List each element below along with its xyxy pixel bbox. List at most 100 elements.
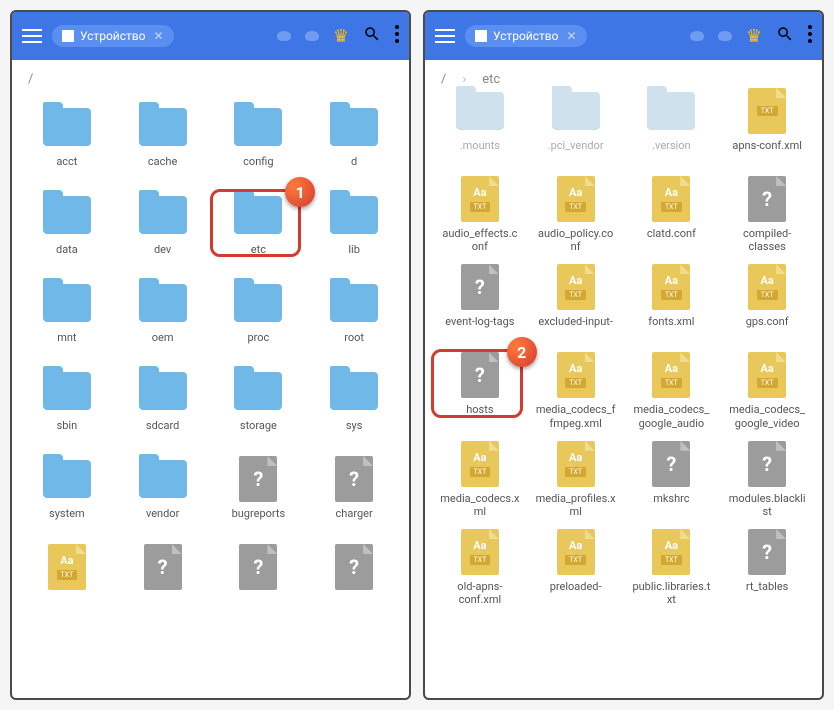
folder-item[interactable]: system	[22, 457, 112, 533]
location-tab[interactable]: Устройство ✕	[465, 25, 587, 47]
crown-icon[interactable]: ♛	[746, 26, 762, 47]
item-label: data	[56, 243, 78, 269]
cloud-icon[interactable]	[690, 31, 704, 41]
file-item[interactable]: AaTXT clatd.conf	[627, 177, 717, 253]
item-label: gps.conf	[746, 315, 789, 341]
item-label: d	[351, 155, 357, 181]
crown-icon[interactable]: ♛	[333, 26, 349, 47]
file-item[interactable]: AaTXT old-apns-conf.xml	[435, 530, 525, 606]
file-item[interactable]: AaTXT audio_effects.conf	[435, 177, 525, 253]
folder-item[interactable]: d	[309, 105, 399, 181]
folder-item[interactable]: storage	[214, 369, 304, 445]
file-item[interactable]: ?	[118, 545, 208, 621]
file-item[interactable]: ? compiled-classes	[722, 177, 812, 253]
item-label: bugreports	[232, 507, 286, 533]
app-header: Устройство ✕ ♛	[425, 12, 822, 60]
file-item[interactable]: ? mkshrc	[627, 442, 717, 518]
item-label: media_profiles.xml	[536, 492, 616, 518]
close-tab-icon[interactable]: ✕	[566, 29, 576, 43]
folder-icon	[328, 105, 380, 149]
txt-icon: AaTXT	[550, 353, 602, 397]
file-item[interactable]: AaTXT excluded-input-	[531, 265, 621, 341]
folder-icon	[645, 89, 697, 133]
file-item[interactable]: AaTXT audio_policy.conf	[531, 177, 621, 253]
folder-item[interactable]: mnt	[22, 281, 112, 357]
file-item[interactable]: ? rt_tables	[722, 530, 812, 606]
folder-item[interactable]: root	[309, 281, 399, 357]
folder-item[interactable]: oem	[118, 281, 208, 357]
txt-icon: AaTXT	[741, 265, 793, 309]
item-label: audio_effects.conf	[440, 227, 520, 253]
file-item[interactable]: ?	[214, 545, 304, 621]
txt-simple-icon: TXT	[741, 89, 793, 133]
folder-item[interactable]: .mounts	[435, 89, 525, 165]
file-item[interactable]: ? bugreports	[214, 457, 304, 533]
folder-item[interactable]: proc	[214, 281, 304, 357]
search-icon[interactable]	[363, 25, 381, 47]
cloud-icon[interactable]	[277, 31, 291, 41]
folder-icon	[137, 105, 189, 149]
folder-icon	[328, 369, 380, 413]
folder-item[interactable]: sys	[309, 369, 399, 445]
txt-icon: AaTXT	[741, 353, 793, 397]
file-item[interactable]: AaTXT media_profiles.xml	[531, 442, 621, 518]
folder-icon	[454, 89, 506, 133]
folder-icon	[232, 281, 284, 325]
item-label: lib	[348, 243, 360, 269]
folder-item[interactable]: vendor	[118, 457, 208, 533]
item-label: apns-conf.xml	[732, 139, 802, 165]
folder-item[interactable]: .pci_vendor	[531, 89, 621, 165]
item-label: mnt	[57, 331, 76, 357]
folder-icon	[232, 105, 284, 149]
file-item[interactable]: AaTXT media_codecs_google_audio	[627, 353, 717, 429]
folder-icon	[550, 89, 602, 133]
folder-item[interactable]: dev	[118, 193, 208, 269]
txt-icon: AaTXT	[550, 530, 602, 574]
file-item[interactable]: AaTXT media_codecs.xml	[435, 442, 525, 518]
file-item[interactable]: AaTXT gps.conf	[722, 265, 812, 341]
item-label: media_codecs.xml	[440, 492, 520, 518]
file-item[interactable]: AaTXT fonts.xml	[627, 265, 717, 341]
folder-item[interactable]: cache	[118, 105, 208, 181]
search-icon[interactable]	[776, 25, 794, 47]
cloud2-icon[interactable]	[718, 31, 732, 41]
folder-item[interactable]: .version	[627, 89, 717, 165]
item-label: old-apns-conf.xml	[440, 580, 520, 606]
folder-item[interactable]: data	[22, 193, 112, 269]
txt-icon: AaTXT	[41, 545, 93, 589]
folder-icon	[137, 281, 189, 325]
close-tab-icon[interactable]: ✕	[153, 29, 163, 43]
folder-item[interactable]: acct	[22, 105, 112, 181]
hamburger-menu-icon[interactable]	[22, 29, 42, 43]
folder-item[interactable]: etc	[214, 193, 304, 269]
folder-icon	[137, 193, 189, 237]
folder-item[interactable]: config	[214, 105, 304, 181]
folder-icon	[41, 457, 93, 501]
file-item[interactable]: AaTXT media_codecs_google_video	[722, 353, 812, 429]
menu-dots-icon[interactable]	[808, 25, 812, 47]
file-item[interactable]: ? event-log-tags	[435, 265, 525, 341]
file-item[interactable]: ? charger	[309, 457, 399, 533]
file-item[interactable]: AaTXT media_codecs_ffmpeg.xml	[531, 353, 621, 429]
file-item[interactable]: AaTXT public.libraries.txt	[627, 530, 717, 606]
file-item[interactable]: ? modules.blacklist	[722, 442, 812, 518]
file-item[interactable]: ? hosts	[435, 353, 525, 429]
file-item[interactable]: ?	[309, 545, 399, 621]
file-item[interactable]: AaTXT preloaded-	[531, 530, 621, 606]
item-label: dev	[154, 243, 171, 269]
folder-icon	[41, 281, 93, 325]
breadcrumb-root[interactable]: /	[28, 72, 33, 87]
txt-icon: AaTXT	[645, 177, 697, 221]
txt-icon: AaTXT	[454, 442, 506, 486]
item-label: charger	[336, 507, 373, 533]
location-tab[interactable]: Устройство ✕	[52, 25, 174, 47]
folder-item[interactable]: sbin	[22, 369, 112, 445]
item-label: .pci_vendor	[548, 139, 604, 165]
hamburger-menu-icon[interactable]	[435, 29, 455, 43]
file-item[interactable]: TXT apns-conf.xml	[722, 89, 812, 165]
menu-dots-icon[interactable]	[395, 25, 399, 47]
file-item[interactable]: AaTXT	[22, 545, 112, 621]
folder-item[interactable]: sdcard	[118, 369, 208, 445]
cloud2-icon[interactable]	[305, 31, 319, 41]
folder-item[interactable]: lib	[309, 193, 399, 269]
